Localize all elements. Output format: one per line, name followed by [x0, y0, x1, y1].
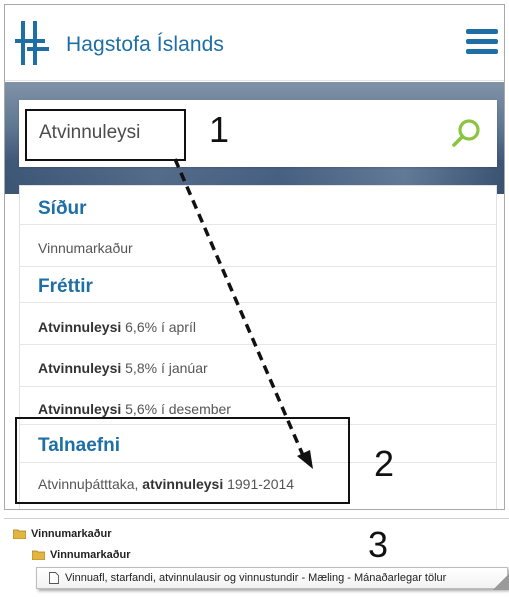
result-text: 5,8% í janúar [121, 360, 208, 376]
divider [20, 302, 496, 303]
match-text: Atvinnuleysi [38, 401, 122, 417]
annotation-box-2 [15, 417, 350, 504]
annotation-number-3: 3 [368, 524, 389, 565]
divider [20, 224, 496, 225]
tree-label: Vinnuafl, starfandi, atvinnulausir og vi… [65, 572, 447, 584]
hamburger-menu-icon[interactable] [466, 29, 498, 55]
section-title-frettir: Fréttir [38, 276, 93, 297]
menu-bar [466, 39, 498, 44]
result-text: 6,6% í apríl [121, 319, 196, 335]
hagstofa-logo-icon[interactable] [15, 19, 53, 67]
section-title-sidur: Síður [38, 198, 87, 219]
divider [20, 266, 496, 267]
tree-label: Vinnumarkaður [50, 549, 131, 561]
divider [20, 386, 496, 387]
tree-leaf-highlight[interactable]: Vinnuafl, starfandi, atvinnulausir og vi… [36, 567, 509, 590]
result-item[interactable]: Atvinnuleysi 5,8% í janúar [38, 360, 208, 376]
match-text: Atvinnuleysi [38, 360, 122, 376]
tree-panel: Vinnumarkaður Vinnumarkaður 3 Vinnuafl, … [4, 518, 509, 597]
annotation-number-2: 2 [374, 443, 395, 484]
result-item[interactable]: Atvinnuleysi 6,6% í apríl [38, 319, 196, 335]
menu-bar [466, 49, 498, 54]
divider [20, 344, 496, 345]
annotation-number-1: 1 [209, 109, 230, 150]
result-text: 5,6% í desember [121, 401, 231, 417]
result-item[interactable]: Atvinnuleysi 5,6% í desember [38, 401, 231, 417]
tree-node-level1[interactable]: Vinnumarkaður [13, 528, 112, 540]
tree-label: Vinnumarkaður [31, 528, 112, 540]
match-text: Atvinnuleysi [38, 319, 122, 335]
tree-node-level2[interactable]: Vinnumarkaður [32, 549, 131, 561]
figure: Hagstofa Íslands Síður Vinnumarkaður Fré… [0, 0, 509, 597]
tree-node-leaf[interactable]: Vinnuafl, starfandi, atvinnulausir og vi… [49, 572, 446, 584]
result-item[interactable]: Vinnumarkaður [38, 240, 133, 256]
site-header: Hagstofa Íslands [5, 5, 504, 81]
folder-icon [13, 529, 26, 539]
website-panel: Hagstofa Íslands Síður Vinnumarkaður Fré… [4, 4, 505, 510]
search-icon[interactable] [451, 118, 481, 148]
menu-bar [466, 29, 498, 34]
brand-name[interactable]: Hagstofa Íslands [66, 33, 224, 57]
document-icon [49, 572, 59, 584]
annotation-box-1 [25, 109, 186, 161]
folder-icon [32, 550, 45, 560]
